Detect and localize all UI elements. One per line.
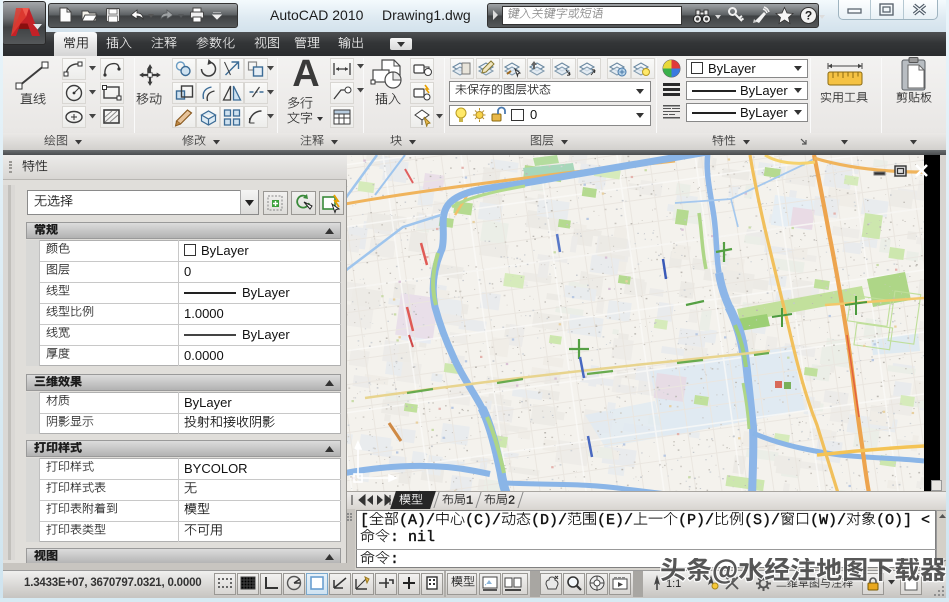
svg-text:?: ? [805, 9, 812, 23]
